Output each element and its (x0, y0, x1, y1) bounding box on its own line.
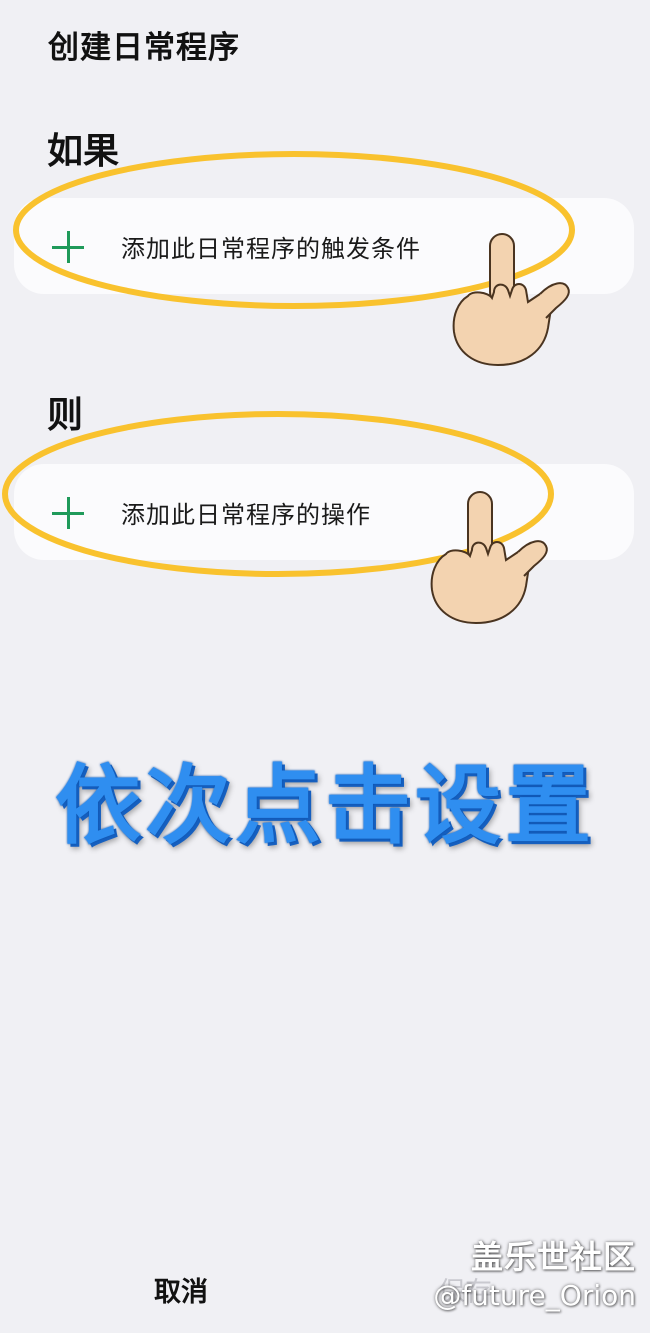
pointing-hand-icon (430, 491, 548, 625)
then-section-heading: 则 (47, 395, 84, 436)
cancel-button[interactable]: 取消 (154, 1270, 208, 1309)
plus-icon (52, 497, 84, 529)
if-section-heading: 如果 (47, 131, 120, 172)
add-action-label: 添加此日常程序的操作 (121, 501, 371, 529)
watermark-username: @future_Orion (433, 1279, 636, 1312)
instruction-overlay-text: 依次点击设置 (55, 756, 595, 856)
page-title: 创建日常程序 (48, 30, 240, 66)
plus-icon (52, 231, 84, 263)
add-trigger-label: 添加此日常程序的触发条件 (121, 235, 421, 263)
watermark-site-name: 盖乐世社区 (470, 1238, 636, 1276)
pointing-hand-icon (452, 233, 570, 367)
